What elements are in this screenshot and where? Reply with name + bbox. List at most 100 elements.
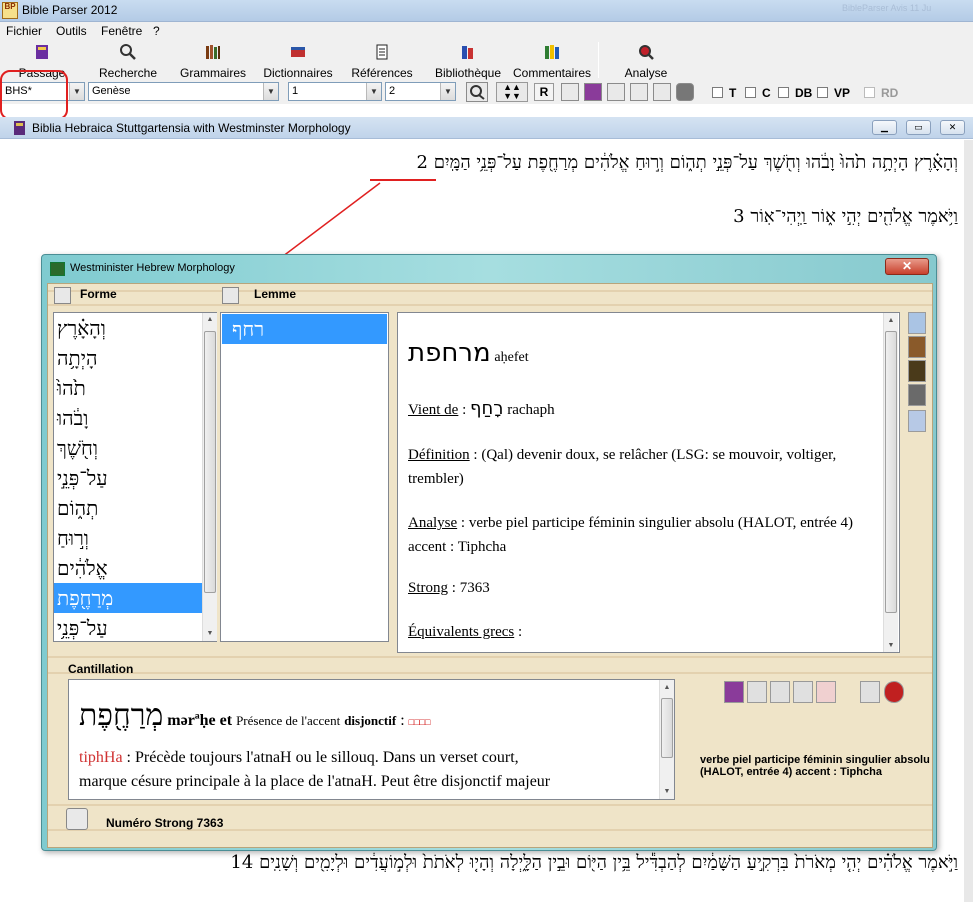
- scroll-up-icon[interactable]: ▲: [884, 313, 898, 327]
- detail-scrollbar[interactable]: ▲ ▼: [883, 313, 898, 652]
- forme-item[interactable]: אֱלֹהִ֔ים: [54, 553, 202, 583]
- cantillation-scrollbar[interactable]: ▲ ▼: [659, 680, 674, 799]
- spin-down-icon[interactable]: ▼▼: [503, 91, 521, 101]
- book-select[interactable]: Genèse ▼: [88, 82, 279, 101]
- chapter-select[interactable]: 1 ▼: [288, 82, 382, 101]
- verse-number: 14: [230, 852, 254, 873]
- forme-scrollbar[interactable]: ▲ ▼: [202, 313, 217, 641]
- tools-icon[interactable]: [630, 83, 648, 101]
- bible-scrollbar[interactable]: [964, 140, 973, 902]
- chapter-value: 1: [292, 85, 299, 97]
- cantillation-heading: מְרַחֶ֖פֶת mərªḥe et Présence de l'accen…: [79, 698, 431, 733]
- forme-item[interactable]: וָבֹ֔הוּ: [54, 403, 202, 433]
- chevron-down-icon: ▼: [69, 83, 84, 100]
- verse-select[interactable]: 2 ▼: [385, 82, 456, 101]
- word-detail-panel: מרחפת aḥefet Vient de : רָחַף rachaph Dé…: [397, 312, 900, 653]
- pdf-action-icon[interactable]: [816, 681, 836, 703]
- forme-list[interactable]: וְהָאָ֗רֶץ הָיְתָ֥ה תֹ֙הוּ֙ וָבֹ֔הוּ וְחֹ֖שֶ…: [53, 312, 217, 642]
- verse-text: וַיֹּ֣אמֶר אֱלֹהִ֗ים יְהִ֤י מְאֹרֹת֙ בִּ…: [259, 852, 958, 873]
- text-tool-icon[interactable]: [561, 83, 579, 101]
- forme-search-icon[interactable]: [54, 287, 71, 304]
- forme-item[interactable]: וְחֹ֖שֶׁךְ: [54, 433, 202, 463]
- speaker-tool-icon[interactable]: [653, 83, 671, 101]
- checkbox-t[interactable]: [712, 87, 723, 98]
- lemme-search-icon[interactable]: [222, 287, 239, 304]
- verse-line[interactable]: וַיֹּ֣אמֶר אֱלֹהִ֗ים יְהִ֤י מְאֹרֹת֙ בִּ…: [230, 852, 958, 873]
- side-book-icon[interactable]: [908, 312, 926, 334]
- analyse-button[interactable]: Analyse: [620, 40, 672, 80]
- dictionnaires-button[interactable]: Dictionnaires: [261, 40, 335, 80]
- books-action-icon[interactable]: [724, 681, 744, 703]
- side-book-icon[interactable]: [908, 360, 926, 382]
- bibliotheque-button[interactable]: Bibliothèque: [431, 40, 505, 80]
- forme-item[interactable]: עַל־פְּנֵ֣י: [54, 463, 202, 493]
- definition-label: Définition: [408, 447, 470, 463]
- scroll-down-icon[interactable]: ▼: [203, 627, 217, 641]
- popup-title-bar: Westminister Hebrew Morphology ✕: [42, 255, 936, 281]
- disjonctif-text: disjonctif: [344, 713, 397, 728]
- checkbox-db[interactable]: [778, 87, 789, 98]
- web-action-icon[interactable]: [884, 681, 904, 703]
- tree-action-icon[interactable]: [770, 681, 790, 703]
- restore-button[interactable]: ▭: [906, 120, 931, 135]
- scroll-up-icon[interactable]: ▲: [203, 313, 217, 327]
- grammaires-button[interactable]: Grammaires: [178, 40, 248, 80]
- forme-item[interactable]: עַל־פְּנֵ֥י: [54, 613, 202, 643]
- menu-help[interactable]: ?: [153, 24, 160, 38]
- nav-search-button[interactable]: [466, 82, 488, 102]
- forme-item[interactable]: תֹ֙הוּ֙: [54, 373, 202, 403]
- checkbox-c-label: C: [762, 86, 771, 100]
- menu-fenetre[interactable]: Fenêtre: [101, 24, 142, 38]
- checkbox-vp[interactable]: [817, 87, 828, 98]
- side-book-icon[interactable]: [908, 336, 926, 358]
- checkbox-c[interactable]: [745, 87, 756, 98]
- forme-item[interactable]: הָיְתָ֥ה: [54, 343, 202, 373]
- verse-line[interactable]: וְהָאָ֗רֶץ הָיְתָ֥ה תֹ֙הוּ֙ וָבֹ֔הוּ וְח…: [417, 152, 958, 173]
- lemme-item[interactable]: רחף: [222, 314, 387, 344]
- analyse-row: Analyse : verbe piel participe féminin s…: [408, 515, 853, 555]
- r-button[interactable]: R: [534, 83, 554, 101]
- speaker-icon[interactable]: [66, 808, 88, 830]
- books-tool-icon[interactable]: [584, 83, 602, 101]
- side-book-icon[interactable]: [908, 384, 926, 406]
- search-action-icon[interactable]: [860, 681, 880, 703]
- verse-line[interactable]: וַיֹּ֥אמֶר אֱלֹהִ֖ים יְהִ֣י א֑וֹר וַֽיְה…: [733, 206, 958, 227]
- recherche-label: Recherche: [98, 66, 158, 80]
- lemme-list[interactable]: רחף: [220, 312, 389, 642]
- highlight-oval: [0, 70, 68, 120]
- references-button[interactable]: Références: [350, 40, 414, 80]
- scroll-thumb[interactable]: [885, 331, 897, 613]
- verse-spinner[interactable]: ▲▲ ▼▼: [496, 82, 528, 102]
- close-icon[interactable]: ✕: [885, 258, 929, 275]
- minimize-button[interactable]: ▁: [872, 120, 897, 135]
- detail-word: מרחפת: [408, 338, 491, 368]
- grammaires-label: Grammaires: [179, 66, 246, 80]
- forme-item[interactable]: וְהָאָ֗רֶץ: [54, 313, 202, 343]
- scroll-thumb[interactable]: [661, 698, 673, 758]
- scroll-down-icon[interactable]: ▼: [884, 638, 898, 652]
- forme-item[interactable]: מְרַחֶ֖פֶת: [54, 583, 202, 613]
- forme-item[interactable]: תְה֑וֹם: [54, 493, 202, 523]
- scroll-thumb[interactable]: [204, 331, 216, 593]
- recherche-button[interactable]: Recherche: [96, 40, 160, 80]
- menu-outils[interactable]: Outils: [56, 24, 87, 38]
- cd-icon[interactable]: [676, 83, 694, 101]
- tree-tool-icon[interactable]: [607, 83, 625, 101]
- verse-value: 2: [389, 85, 396, 97]
- commentaires-button[interactable]: Commentaires: [512, 40, 592, 80]
- references-label: Références: [351, 66, 413, 80]
- tools-action-icon[interactable]: [793, 681, 813, 703]
- text-action-icon[interactable]: [747, 681, 767, 703]
- side-book-icon[interactable]: [908, 410, 926, 432]
- checkbox-t-label: T: [729, 86, 737, 100]
- close-child-button[interactable]: ✕: [940, 120, 965, 135]
- scroll-down-icon[interactable]: ▼: [660, 784, 674, 798]
- chevron-down-icon: ▼: [366, 83, 381, 100]
- scroll-up-icon[interactable]: ▲: [660, 680, 674, 694]
- checkbox-vp-label: VP: [834, 86, 851, 100]
- references-icon: [376, 44, 388, 60]
- accent-presence-text: Présence de l'accent: [236, 713, 341, 728]
- book-value: Genèse: [92, 85, 131, 97]
- menu-fichier[interactable]: Fichier: [6, 24, 42, 38]
- forme-item[interactable]: וְר֣וּחַ: [54, 523, 202, 553]
